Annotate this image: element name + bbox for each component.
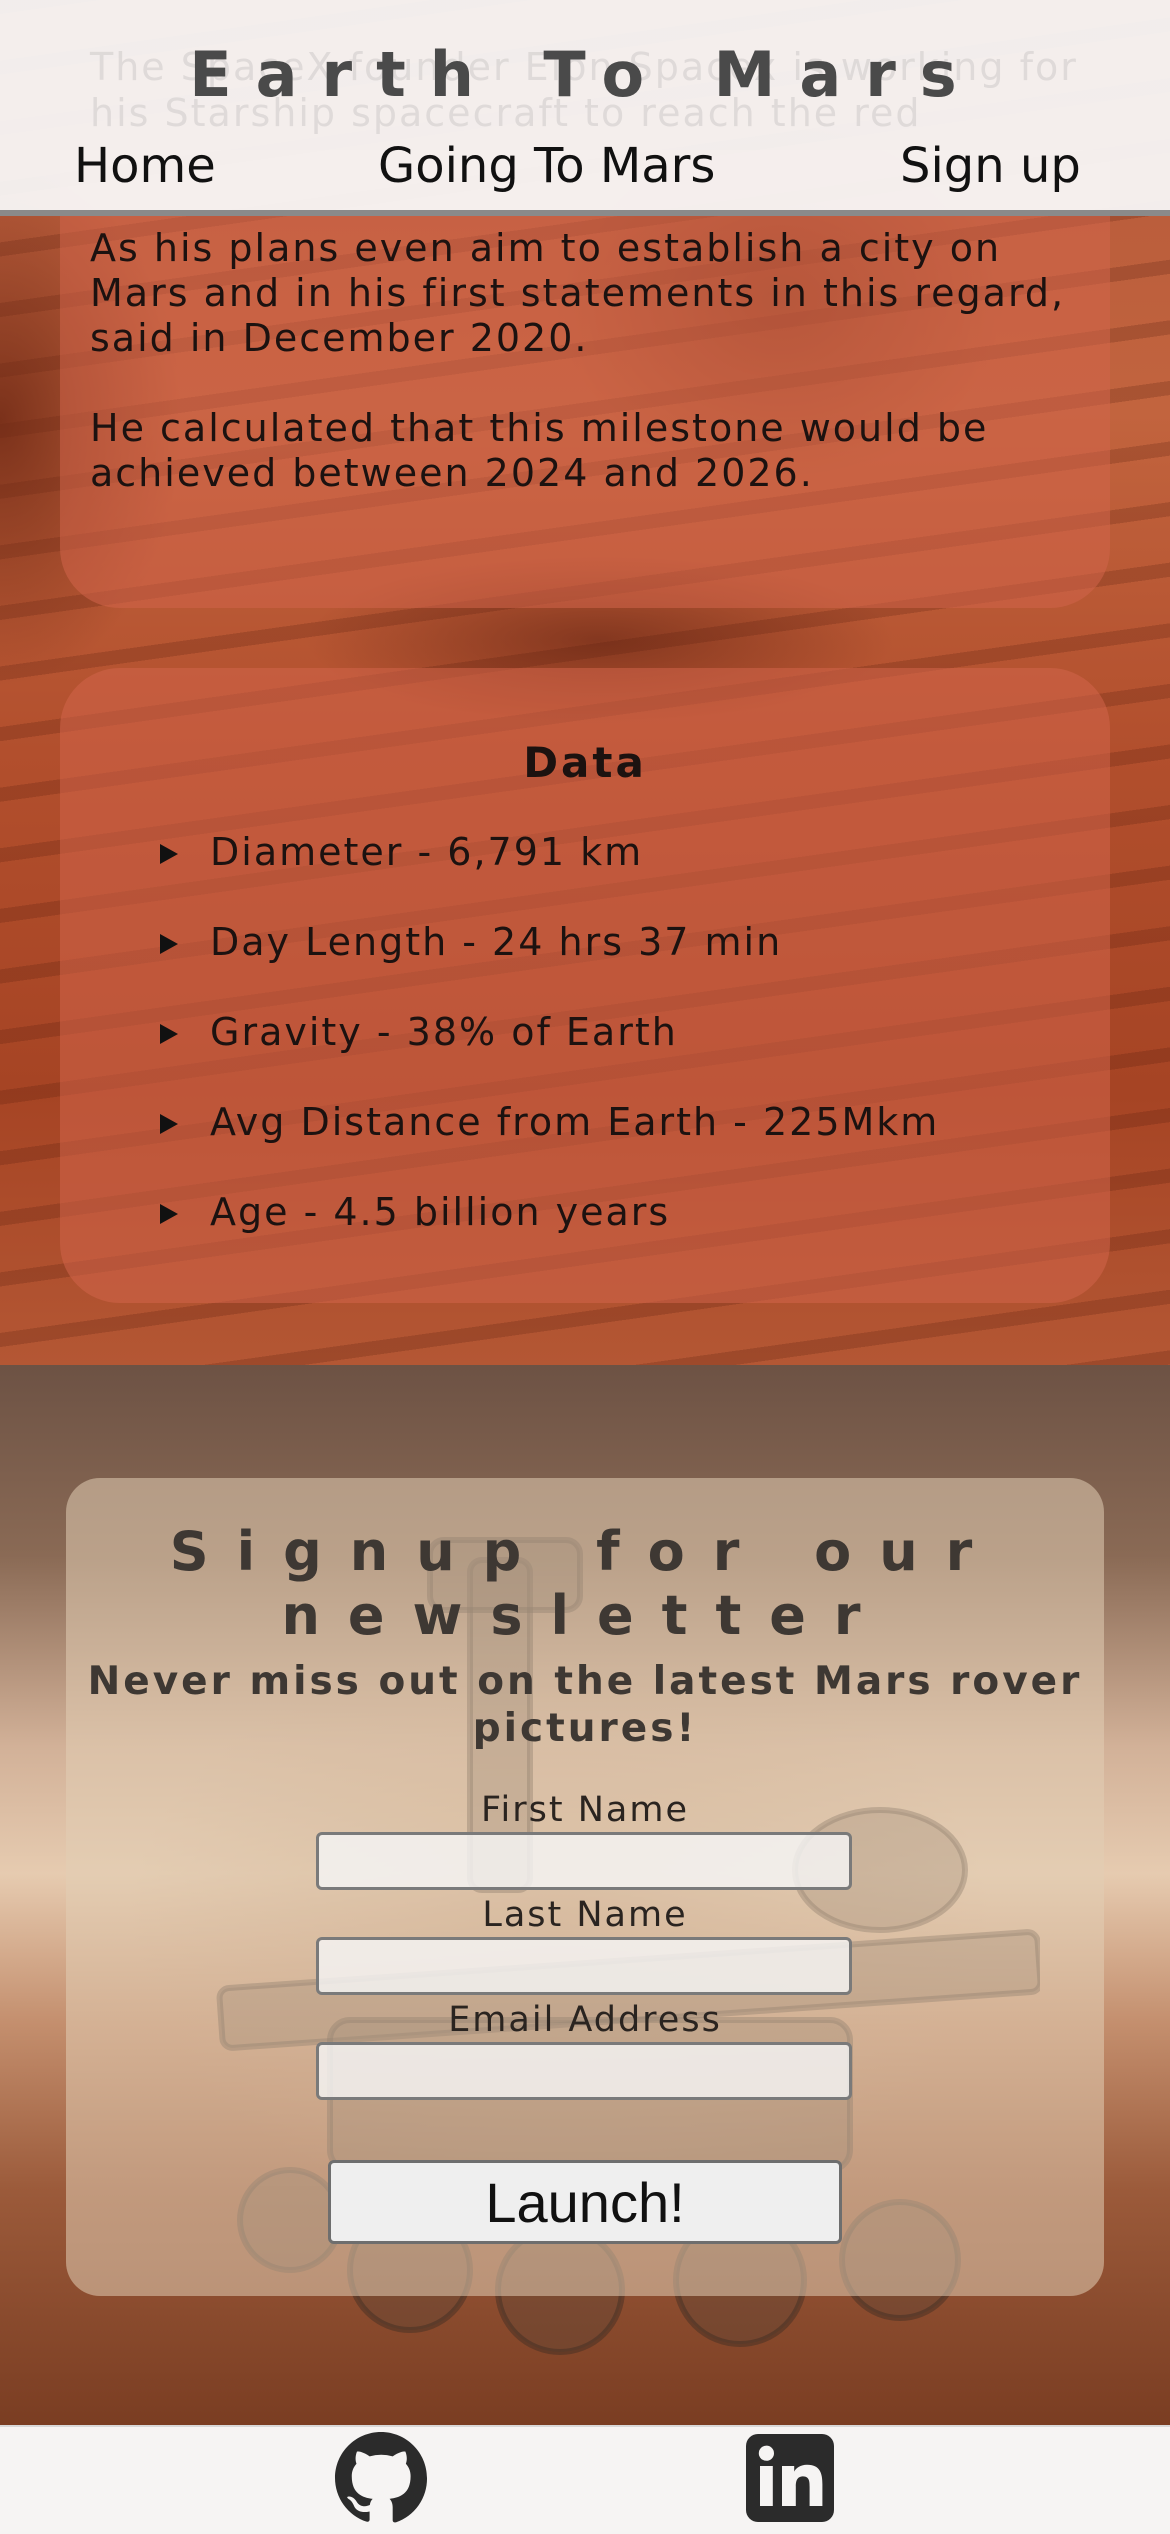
- email-field[interactable]: [316, 2042, 852, 2100]
- last-name-label: Last Name: [482, 1895, 688, 1935]
- data-item-age: Age - 4.5 billion years: [160, 1190, 1060, 1280]
- last-name-field[interactable]: [316, 1937, 852, 1995]
- first-name-label: First Name: [480, 1790, 690, 1830]
- bullet-triangle-icon: [160, 844, 178, 864]
- site-header: The SpaceX founder Elon Spacex is workin…: [0, 0, 1170, 216]
- data-item-text: Avg Distance from Earth - 225Mkm: [210, 1100, 940, 1144]
- newsletter-subtitle: Never miss out on the latest Mars rover …: [87, 1659, 1083, 1751]
- data-item-gravity: Gravity - 38% of Earth: [160, 1010, 1060, 1100]
- data-item-text: Diameter - 6,791 km: [210, 830, 644, 874]
- data-item-diameter: Diameter - 6,791 km: [160, 830, 1060, 920]
- site-footer: [0, 2425, 1170, 2534]
- intro-paragraph: As his plans even aim to establish a cit…: [90, 226, 1066, 495]
- bullet-triangle-icon: [160, 934, 178, 954]
- nav-sign-up[interactable]: Sign up: [900, 138, 1081, 194]
- newsletter-title: Signup for our newsletter: [169, 1520, 1001, 1647]
- linkedin-icon[interactable]: [742, 2430, 838, 2526]
- nav-home[interactable]: Home: [74, 138, 216, 194]
- bullet-triangle-icon: [160, 1024, 178, 1044]
- launch-button[interactable]: Launch!: [328, 2160, 842, 2244]
- first-name-field[interactable]: [316, 1832, 852, 1890]
- data-item-text: Age - 4.5 billion years: [210, 1190, 671, 1234]
- bullet-triangle-icon: [160, 1204, 178, 1224]
- bullet-triangle-icon: [160, 1114, 178, 1134]
- site-title: Earth To Mars: [189, 38, 981, 111]
- email-label: Email Address: [448, 2000, 722, 2040]
- nav-going-to-mars[interactable]: Going To Mars: [378, 138, 715, 194]
- data-item-text: Day Length - 24 hrs 37 min: [210, 920, 783, 964]
- data-item-day-length: Day Length - 24 hrs 37 min: [160, 920, 1060, 1010]
- github-icon[interactable]: [333, 2430, 429, 2526]
- data-item-text: Gravity - 38% of Earth: [210, 1010, 678, 1054]
- data-heading: Data: [523, 738, 647, 787]
- data-item-distance: Avg Distance from Earth - 225Mkm: [160, 1100, 1060, 1190]
- data-list: Diameter - 6,791 km Day Length - 24 hrs …: [160, 830, 1060, 1280]
